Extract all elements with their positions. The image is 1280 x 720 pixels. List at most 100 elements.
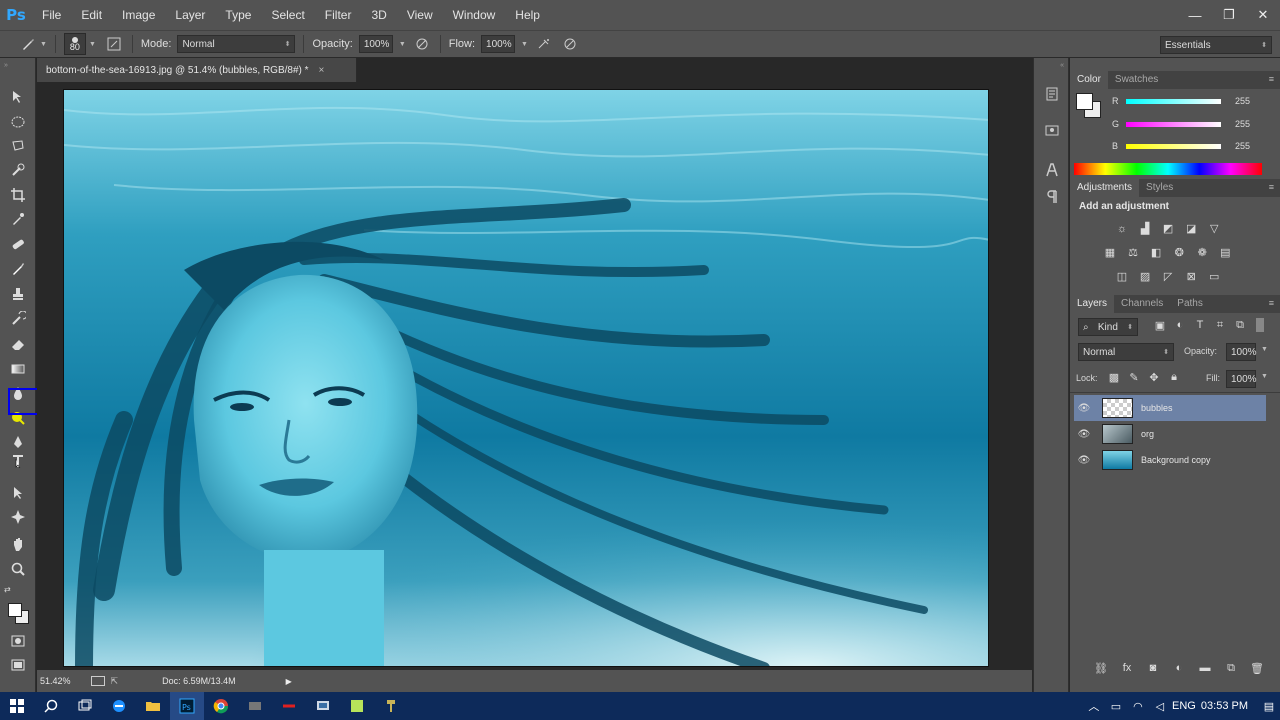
airbrush-icon[interactable]: [534, 34, 554, 54]
menu-layer[interactable]: Layer: [165, 0, 215, 30]
red-value[interactable]: 255: [1235, 94, 1265, 108]
menu-select[interactable]: Select: [261, 0, 314, 30]
red-slider[interactable]: [1126, 98, 1221, 104]
threshold-icon[interactable]: ◸: [1160, 269, 1176, 283]
blue-value[interactable]: 255: [1235, 139, 1265, 153]
color-balance-icon[interactable]: ⚖: [1125, 245, 1141, 259]
utility-app-icon[interactable]: [374, 692, 408, 720]
menu-type[interactable]: Type: [215, 0, 261, 30]
lock-position-icon[interactable]: ✥: [1146, 370, 1162, 384]
search-icon[interactable]: [34, 692, 68, 720]
vibrance-icon[interactable]: ▽: [1206, 221, 1222, 235]
zoom-level[interactable]: 51.42%: [40, 676, 71, 686]
properties-panel-icon[interactable]: [1043, 121, 1061, 139]
brush-tool-icon[interactable]: [6, 258, 30, 280]
flow-slider-arrow-icon[interactable]: ▼: [521, 41, 528, 48]
edge-browser-icon[interactable]: [102, 692, 136, 720]
layer-style-fx-icon[interactable]: fx: [1119, 661, 1135, 675]
shape-tool-icon[interactable]: [6, 506, 30, 528]
exposure-icon[interactable]: ◪: [1183, 221, 1199, 235]
workspace-switcher[interactable]: Essentials ⬍: [1160, 36, 1272, 54]
color-spectrum-ramp[interactable]: [1074, 163, 1262, 175]
panel-menu-icon[interactable]: ≡: [1269, 298, 1274, 308]
panel-menu-icon[interactable]: ≡: [1269, 182, 1274, 192]
pressure-opacity-icon[interactable]: [412, 34, 432, 54]
share-icon[interactable]: ⇱: [111, 676, 119, 687]
battery-icon[interactable]: ▭: [1105, 692, 1127, 720]
task-view-icon[interactable]: [68, 692, 102, 720]
channel-mixer-icon[interactable]: ❁: [1194, 245, 1210, 259]
visibility-eye-icon[interactable]: 👁︎: [1074, 403, 1094, 414]
new-layer-icon[interactable]: ⧉: [1223, 661, 1239, 675]
lock-transparency-icon[interactable]: ▩: [1106, 370, 1122, 384]
tab-layers[interactable]: Layers: [1070, 295, 1115, 313]
brush-size-arrow-icon[interactable]: ▼: [89, 41, 96, 48]
file-explorer-icon[interactable]: [136, 692, 170, 720]
tab-adjustments[interactable]: Adjustments: [1070, 179, 1140, 197]
character-panel-icon[interactable]: [1043, 161, 1061, 179]
layer-filter-select[interactable]: ⌕ Kind ⬍: [1078, 318, 1138, 336]
photo-filter-icon[interactable]: ❂: [1171, 245, 1187, 259]
new-group-icon[interactable]: ▬: [1197, 661, 1213, 675]
screen-mode-icon[interactable]: [6, 654, 30, 676]
hue-saturation-icon[interactable]: ▦: [1102, 245, 1118, 259]
tab-paths[interactable]: Paths: [1170, 295, 1210, 313]
healing-brush-tool-icon[interactable]: [6, 233, 30, 255]
lock-pixels-icon[interactable]: ✎: [1126, 370, 1142, 384]
lasso-tool-icon[interactable]: [6, 135, 30, 157]
clock-time[interactable]: 03:53 PM: [1201, 700, 1248, 712]
type-tool-icon[interactable]: [6, 450, 30, 472]
shape-filter-icon[interactable]: ⌗: [1212, 318, 1228, 332]
status-menu-arrow-icon[interactable]: ▶: [286, 677, 292, 686]
menu-help[interactable]: Help: [505, 0, 550, 30]
panel-menu-icon[interactable]: ≡: [1269, 74, 1274, 84]
move-tool-icon[interactable]: [6, 86, 30, 108]
pixel-filter-icon[interactable]: ▣: [1152, 318, 1168, 332]
layer-row-bubbles[interactable]: 👁︎ bubbles: [1074, 395, 1266, 421]
notes-app-icon[interactable]: [340, 692, 374, 720]
selective-color-icon[interactable]: ⊠: [1183, 269, 1199, 283]
brush-size-picker[interactable]: 80: [63, 33, 86, 55]
recorder-app-icon[interactable]: [272, 692, 306, 720]
levels-icon[interactable]: ▟: [1137, 221, 1153, 235]
blue-slider[interactable]: [1126, 143, 1221, 149]
layer-opacity-input[interactable]: 100%: [1226, 343, 1257, 361]
link-layers-icon[interactable]: ⛓︎: [1093, 661, 1109, 675]
gradient-map-icon[interactable]: ▭: [1206, 269, 1222, 283]
layer-row-org[interactable]: 👁︎ org: [1074, 421, 1266, 447]
adjustment-filter-icon[interactable]: ◐: [1172, 318, 1188, 332]
start-windows-icon[interactable]: [0, 692, 34, 720]
chrome-browser-icon[interactable]: [204, 692, 238, 720]
new-adjustment-layer-icon[interactable]: ◐: [1171, 661, 1187, 675]
pressure-size-icon[interactable]: [560, 34, 580, 54]
gradient-tool-icon[interactable]: [6, 358, 30, 380]
posterize-icon[interactable]: ▨: [1137, 269, 1153, 283]
media-app-icon[interactable]: [238, 692, 272, 720]
blend-mode-select[interactable]: Normal ⬍: [177, 35, 296, 53]
black-white-icon[interactable]: ◧: [1148, 245, 1164, 259]
menu-window[interactable]: Window: [443, 0, 506, 30]
brush-tool-preset-icon[interactable]: [18, 34, 38, 54]
layer-row-background-copy[interactable]: 👁︎ Background copy: [1074, 447, 1266, 473]
eyedropper-tool-icon[interactable]: [6, 208, 30, 230]
menu-filter[interactable]: Filter: [315, 0, 362, 30]
screen-app-icon[interactable]: [306, 692, 340, 720]
close-button[interactable]: ✕: [1246, 0, 1280, 30]
fill-input[interactable]: 100%: [1226, 370, 1257, 388]
zoom-tool-icon[interactable]: [6, 558, 30, 580]
color-lookup-icon[interactable]: ▤: [1217, 245, 1233, 259]
quick-selection-tool-icon[interactable]: [6, 159, 30, 181]
tab-swatches[interactable]: Swatches: [1108, 71, 1165, 89]
menu-edit[interactable]: Edit: [71, 0, 112, 30]
opacity-slider-arrow-icon[interactable]: ▼: [399, 41, 406, 48]
minimize-button[interactable]: —: [1178, 0, 1212, 30]
clone-stamp-tool-icon[interactable]: [6, 283, 30, 305]
collapse-arrows-icon[interactable]: »: [4, 62, 8, 69]
tab-color[interactable]: Color: [1070, 71, 1108, 89]
collapse-arrows-icon[interactable]: «: [1060, 62, 1064, 69]
show-hidden-icons-chevron-icon[interactable]: ︿: [1083, 692, 1105, 720]
wifi-icon[interactable]: ◠: [1127, 692, 1149, 720]
close-document-icon[interactable]: ×: [319, 65, 325, 76]
foreground-color-swatch[interactable]: [1076, 93, 1093, 110]
quick-mask-icon[interactable]: [6, 630, 30, 652]
